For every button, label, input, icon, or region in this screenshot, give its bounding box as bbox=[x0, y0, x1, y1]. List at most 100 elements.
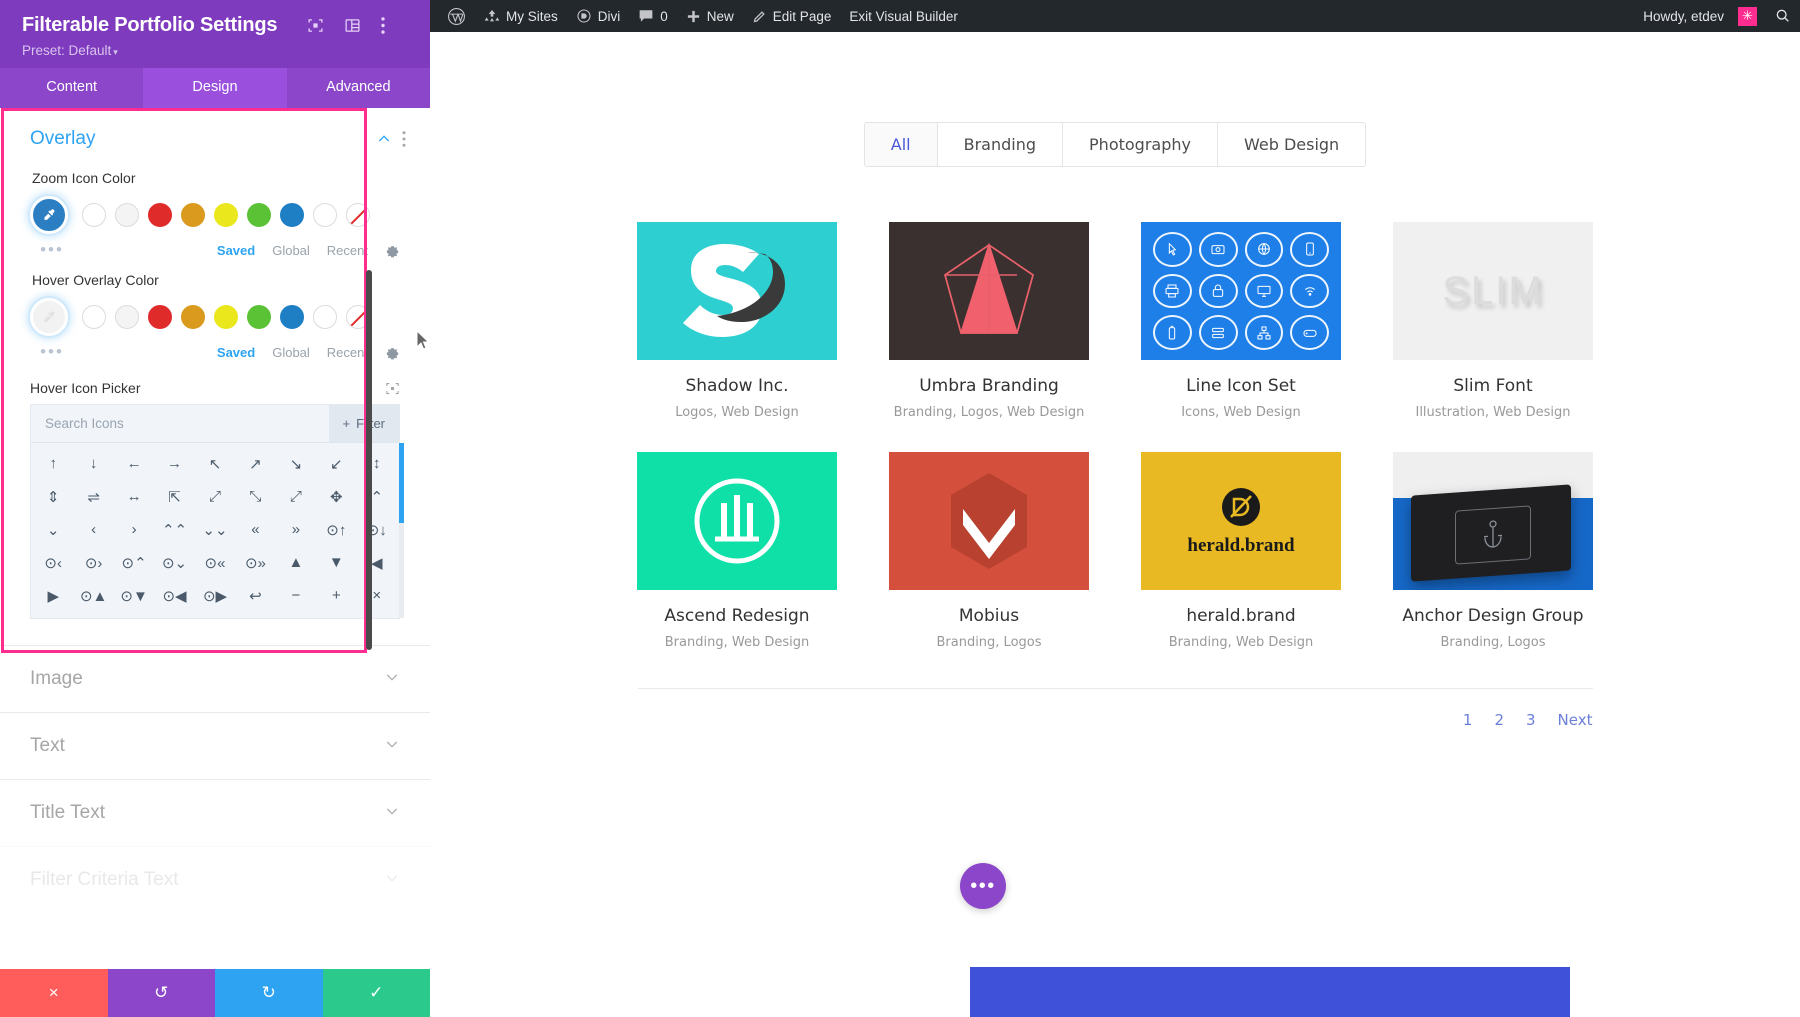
filter-tab-all[interactable]: All bbox=[865, 123, 938, 166]
icon-option[interactable]: ⊙‹ bbox=[33, 546, 73, 579]
more-options-icon[interactable] bbox=[402, 131, 406, 147]
save-button[interactable]: ✓ bbox=[323, 969, 431, 1017]
swatch-transparent[interactable] bbox=[346, 203, 370, 227]
tab-advanced[interactable]: Advanced bbox=[287, 68, 430, 108]
responsive-preview-icon[interactable] bbox=[307, 17, 324, 34]
page-next[interactable]: Next bbox=[1558, 711, 1593, 729]
portfolio-thumbnail[interactable] bbox=[1141, 222, 1341, 360]
portfolio-thumbnail[interactable] bbox=[637, 452, 837, 590]
palette-saved[interactable]: Saved bbox=[217, 345, 255, 360]
icon-option[interactable]: ✥ bbox=[316, 480, 356, 513]
portfolio-thumbnail[interactable] bbox=[889, 222, 1089, 360]
icon-option[interactable]: ↕ bbox=[357, 447, 397, 480]
portfolio-item[interactable]: Anchor Design Group Branding, Logos bbox=[1393, 452, 1593, 650]
section-title-text[interactable]: Title Text bbox=[0, 779, 430, 846]
palette-recent[interactable]: Recent bbox=[327, 243, 368, 258]
portfolio-item[interactable]: Ascend Redesign Branding, Web Design bbox=[637, 452, 837, 650]
palette-saved[interactable]: Saved bbox=[217, 243, 255, 258]
swatch-yellow[interactable] bbox=[214, 203, 238, 227]
icon-option[interactable]: ⌄⌄ bbox=[195, 513, 235, 546]
icon-option[interactable]: ◀ bbox=[357, 546, 397, 579]
filter-tab-web-design[interactable]: Web Design bbox=[1218, 123, 1365, 166]
page-2[interactable]: 2 bbox=[1494, 711, 1504, 729]
filter-button[interactable]: + Filter bbox=[329, 405, 399, 442]
palette-recent[interactable]: Recent bbox=[327, 345, 368, 360]
redo-button[interactable]: ↻ bbox=[215, 969, 323, 1017]
icon-option[interactable]: ⤡ bbox=[235, 480, 275, 513]
swatch-orange[interactable] bbox=[181, 203, 205, 227]
comments-button[interactable]: 0 bbox=[629, 0, 677, 32]
icon-option[interactable]: ⇌ bbox=[73, 480, 113, 513]
icon-option[interactable]: ⊙↓ bbox=[357, 513, 397, 546]
filter-tab-branding[interactable]: Branding bbox=[938, 123, 1063, 166]
icon-option[interactable]: → bbox=[154, 447, 194, 480]
icon-option[interactable]: ⊙↑ bbox=[316, 513, 356, 546]
swatch-red[interactable] bbox=[148, 305, 172, 329]
icon-option[interactable]: − bbox=[276, 579, 316, 612]
icon-option[interactable]: ‹ bbox=[73, 513, 113, 546]
portfolio-thumbnail[interactable]: herald.brand bbox=[1141, 452, 1341, 590]
icon-grid-scrollbar[interactable] bbox=[399, 443, 404, 618]
page-1[interactable]: 1 bbox=[1463, 711, 1473, 729]
portfolio-thumbnail[interactable] bbox=[889, 452, 1089, 590]
account-menu[interactable]: Howdy, etdev ✳ bbox=[1634, 0, 1766, 32]
exit-visual-builder-button[interactable]: Exit Visual Builder bbox=[840, 0, 967, 32]
icon-option[interactable]: ⊙▶ bbox=[195, 579, 235, 612]
icon-option[interactable]: ← bbox=[114, 447, 154, 480]
icon-option[interactable]: ⊙« bbox=[195, 546, 235, 579]
panel-scrollbar[interactable] bbox=[366, 270, 372, 650]
icon-option[interactable]: ↔ bbox=[114, 480, 154, 513]
swatch-yellow[interactable] bbox=[214, 305, 238, 329]
icon-option[interactable]: ▲ bbox=[276, 546, 316, 579]
portfolio-item[interactable]: Line Icon Set Icons, Web Design bbox=[1141, 222, 1341, 420]
icon-option[interactable]: » bbox=[276, 513, 316, 546]
section-filter-criteria-text[interactable]: Filter Criteria Text bbox=[0, 846, 430, 913]
swatch-green[interactable] bbox=[247, 305, 271, 329]
page-settings-fab[interactable]: ••• bbox=[960, 863, 1006, 909]
icon-option[interactable]: ⇱ bbox=[154, 480, 194, 513]
icon-option[interactable]: ▼ bbox=[316, 546, 356, 579]
icon-option[interactable]: ↗ bbox=[235, 447, 275, 480]
divi-button[interactable]: Divi bbox=[567, 0, 630, 32]
search-button[interactable] bbox=[1766, 0, 1800, 32]
icon-option[interactable]: ⊙⌃ bbox=[114, 546, 154, 579]
gear-icon[interactable] bbox=[385, 345, 400, 360]
icon-option[interactable]: ↖ bbox=[195, 447, 235, 480]
icon-option[interactable]: ↩ bbox=[235, 579, 275, 612]
portfolio-item[interactable]: SLIM Slim Font Illustration, Web Design bbox=[1393, 222, 1593, 420]
swatch-light-gray[interactable] bbox=[115, 305, 139, 329]
portfolio-thumbnail[interactable] bbox=[637, 222, 837, 360]
icon-option[interactable]: ⌄ bbox=[33, 513, 73, 546]
preset-selector[interactable]: Preset: Default▾ bbox=[22, 43, 408, 58]
icon-option[interactable]: ⊙› bbox=[73, 546, 113, 579]
icon-option[interactable]: ⌃ bbox=[357, 480, 397, 513]
tab-content[interactable]: Content bbox=[0, 68, 143, 108]
icon-option[interactable]: ⤢ bbox=[195, 480, 235, 513]
section-text[interactable]: Text bbox=[0, 712, 430, 779]
palette-global[interactable]: Global bbox=[272, 345, 310, 360]
hover-overlay-color-expand[interactable]: ••• bbox=[30, 342, 74, 362]
swatch-blue[interactable] bbox=[280, 203, 304, 227]
icon-option[interactable]: ⊙⌄ bbox=[154, 546, 194, 579]
icon-option[interactable]: ⤢ bbox=[276, 480, 316, 513]
swatch-white[interactable] bbox=[82, 203, 106, 227]
zoom-icon-color-expand[interactable]: ••• bbox=[30, 240, 74, 260]
filter-tab-photography[interactable]: Photography bbox=[1063, 123, 1218, 166]
icon-option[interactable]: ↓ bbox=[73, 447, 113, 480]
icon-option[interactable]: ⌃⌃ bbox=[154, 513, 194, 546]
portfolio-item[interactable]: herald.brand herald.brand Branding, Web … bbox=[1141, 452, 1341, 650]
portfolio-thumbnail[interactable]: SLIM bbox=[1393, 222, 1593, 360]
icon-option[interactable]: ⇕ bbox=[33, 480, 73, 513]
reset-target-icon[interactable] bbox=[385, 381, 400, 396]
swatch-white-2[interactable] bbox=[313, 203, 337, 227]
my-sites-button[interactable]: My Sites bbox=[475, 0, 567, 32]
new-button[interactable]: New bbox=[677, 0, 743, 32]
swatch-red[interactable] bbox=[148, 203, 172, 227]
icon-option[interactable]: › bbox=[114, 513, 154, 546]
portfolio-item[interactable]: Umbra Branding Branding, Logos, Web Desi… bbox=[889, 222, 1089, 420]
portfolio-item[interactable]: Shadow Inc. Logos, Web Design bbox=[637, 222, 837, 420]
icon-option[interactable]: ⊙▼ bbox=[114, 579, 154, 612]
swatch-white-2[interactable] bbox=[313, 305, 337, 329]
swatch-light-gray[interactable] bbox=[115, 203, 139, 227]
icon-option[interactable]: ⊙◀ bbox=[154, 579, 194, 612]
